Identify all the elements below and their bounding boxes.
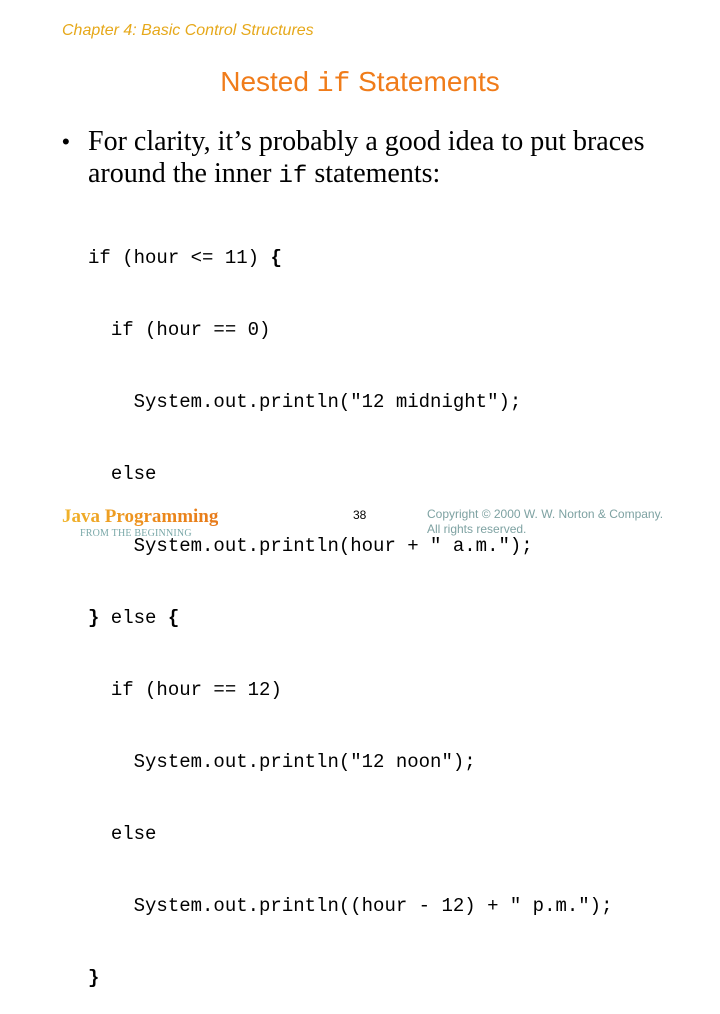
bullet-line-2: around the inner if statements: xyxy=(88,158,682,193)
code-line: System.out.println((hour - 12) + " p.m."… xyxy=(133,895,613,917)
close-brace: } xyxy=(88,607,100,629)
code-line: } xyxy=(88,966,613,990)
copyright-line-2: All rights reserved. xyxy=(427,522,527,536)
bullet-text: For clarity, it’s probably a good idea t… xyxy=(88,126,682,193)
code-line: else xyxy=(110,823,157,845)
bullet-line-2-before: around the inner xyxy=(88,158,279,189)
copyright-notice: Copyright © 2000 W. W. Norton & Company.… xyxy=(427,507,663,537)
slide-title: Nested if Statements xyxy=(0,66,720,100)
footer-brand-subtitle: FROM THE BEGINNING xyxy=(80,528,192,539)
code-block: if (hour <= 11) { if (hour == 0) System.… xyxy=(88,198,613,1014)
title-code-keyword: if xyxy=(316,69,351,100)
code-line: } else { xyxy=(88,607,180,629)
code-line: System.out.println("12 noon"); xyxy=(133,751,476,773)
code-line: if (hour == 0) xyxy=(110,319,271,341)
bullet-point: • For clarity, it’s probably a good idea… xyxy=(62,126,682,193)
code-line: if (hour <= 11) { xyxy=(88,247,282,269)
bullet-icon: • xyxy=(62,129,70,154)
open-brace: { xyxy=(270,247,282,269)
title-text-before: Nested xyxy=(220,66,317,97)
open-brace: { xyxy=(167,607,180,629)
code-line: else xyxy=(110,463,157,485)
page-number: 38 xyxy=(353,508,367,522)
code-line: if (hour == 12) xyxy=(110,679,282,701)
bullet-line-2-after: statements: xyxy=(307,158,441,189)
code-line: System.out.println("12 midnight"); xyxy=(133,391,522,413)
close-brace: } xyxy=(88,967,100,989)
footer-brand-logo: Java Programming xyxy=(62,506,219,527)
chapter-heading: Chapter 4: Basic Control Structures xyxy=(62,22,314,39)
bullet-code-keyword: if xyxy=(278,163,308,190)
title-text-after: Statements xyxy=(350,66,500,97)
copyright-line-1: Copyright © 2000 W. W. Norton & Company. xyxy=(427,507,664,521)
bullet-line-1: For clarity, it’s probably a good idea t… xyxy=(88,126,645,157)
